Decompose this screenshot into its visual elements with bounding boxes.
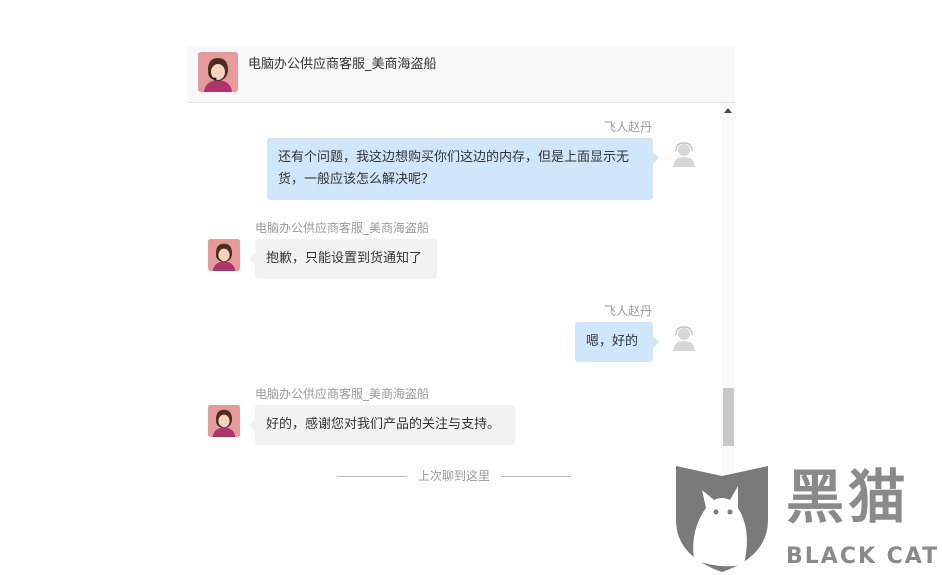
history-divider-label: 上次聊到这里	[417, 469, 490, 483]
history-divider: 上次聊到这里	[337, 468, 571, 484]
message-sender-name: 电脑办公供应商客服_美商海盗船	[255, 221, 430, 235]
divider-line	[501, 476, 571, 477]
message-bubble-incoming: 好的，感谢您对我们产品的关注与支持。	[249, 405, 515, 445]
user-avatar-icon	[673, 142, 695, 167]
watermark-en-text: BLACK CAT	[786, 544, 940, 569]
scrollbar-thumb[interactable]	[723, 388, 734, 446]
divider-line	[337, 476, 407, 477]
agent-avatar[interactable]	[208, 239, 240, 271]
agent-avatar[interactable]	[208, 405, 240, 437]
chat-window: 电脑办公供应商客服_美商海盗船 飞人赵丹 还有个问题，我这边想购买你们这边的内存…	[187, 45, 735, 575]
message-sender-name: 飞人赵丹	[603, 120, 652, 134]
page: 电脑办公供应商客服_美商海盗船 飞人赵丹 还有个问题，我这边想购买你们这边的内存…	[0, 0, 942, 575]
agent-avatar[interactable]	[198, 52, 238, 92]
chat-header: 电脑办公供应商客服_美商海盗船	[187, 45, 735, 103]
chat-title: 电脑办公供应商客服_美商海盗船	[248, 57, 437, 72]
user-avatar-icon	[673, 326, 695, 351]
message-bubble-outgoing: 嗯，好的	[575, 322, 659, 362]
message-bubble-incoming: 抱歉，只能设置到货通知了	[249, 239, 437, 279]
message-sender-name: 飞人赵丹	[603, 304, 652, 318]
message-sender-name: 电脑办公供应商客服_美商海盗船	[255, 387, 430, 401]
watermark: 黑猫 BLACK CAT	[668, 460, 942, 575]
scroll-up-arrow-icon[interactable]	[724, 108, 732, 113]
message-bubble-outgoing: 还有个问题，我这边想购买你们这边的内存，但是上面显示无货，一般应该怎么解决呢？	[267, 138, 659, 200]
watermark-cn-text: 黑猫	[786, 463, 911, 531]
black-cat-shield-logo	[676, 466, 768, 572]
